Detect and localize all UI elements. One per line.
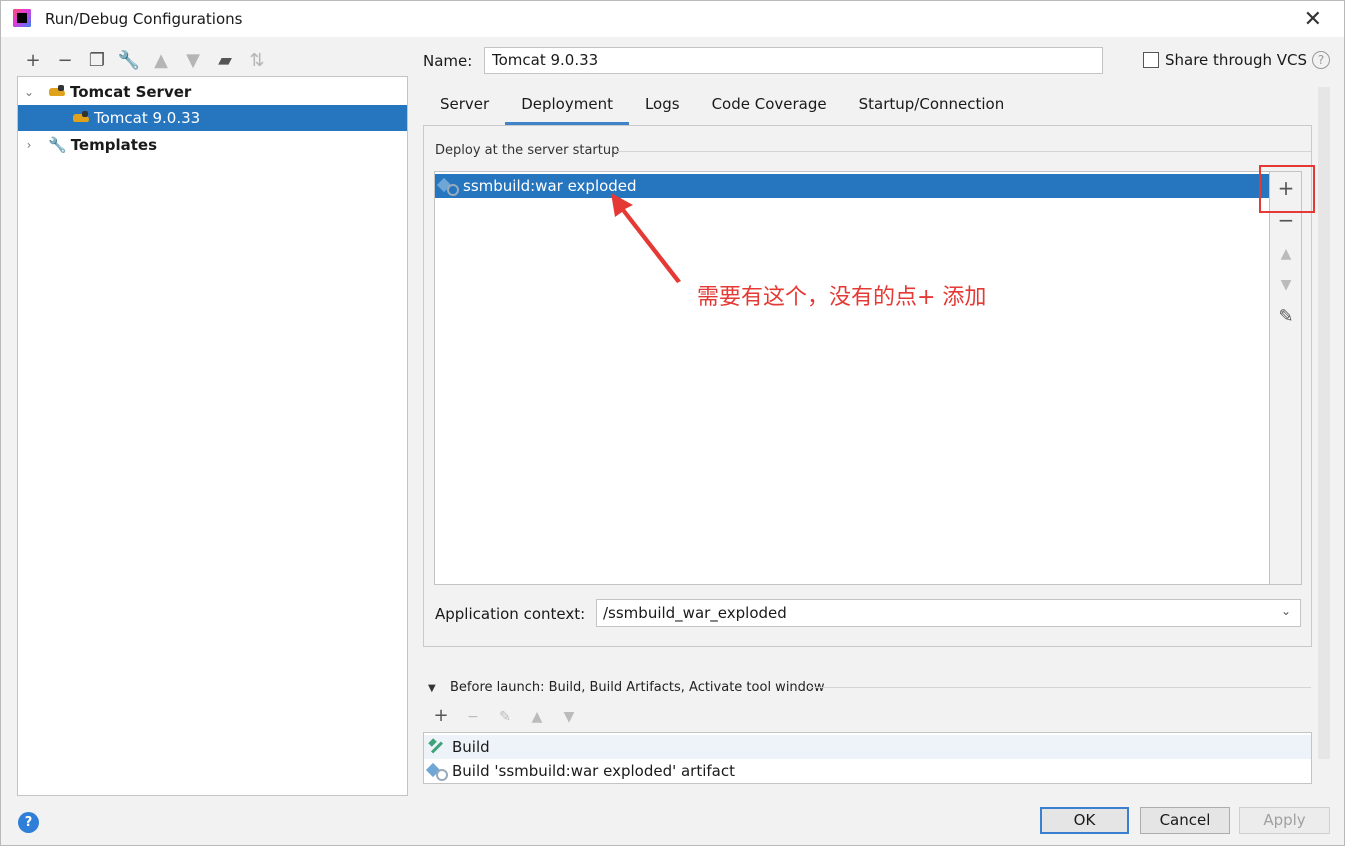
tree-item-tomcat-9[interactable]: Tomcat 9.0.33	[18, 105, 407, 131]
help-icon[interactable]: ?	[1312, 51, 1330, 69]
folder-add-icon[interactable]: ▰	[209, 47, 241, 73]
list-item-label: Build	[452, 738, 490, 756]
artifact-icon	[428, 763, 448, 781]
tree-item-tomcat-server[interactable]: ⌄ Tomcat Server	[18, 79, 407, 105]
hammer-icon	[428, 739, 446, 755]
move-up-icon[interactable]: ▲	[1270, 246, 1302, 274]
move-up-icon[interactable]: ▲	[521, 705, 553, 729]
config-tree: ⌄ Tomcat Server Tomcat 9.0.33 › 🔧 Templa…	[17, 76, 408, 796]
annotation-text: 需要有这个，没有的点+ 添加	[697, 285, 987, 310]
chevron-down-icon[interactable]: ⌄	[1281, 604, 1291, 618]
annotation-arrow	[611, 193, 681, 283]
sort-icon[interactable]: ⇅	[241, 47, 273, 73]
tree-item-label: Templates	[70, 136, 158, 154]
name-input[interactable]: Tomcat 9.0.33	[484, 47, 1103, 74]
share-vcs-checkbox[interactable]: Share through VCS	[1143, 51, 1307, 69]
tab-bar: Server Deployment Logs Code Coverage Sta…	[424, 89, 1020, 125]
move-down-icon[interactable]: ▼	[553, 705, 585, 729]
pencil-icon[interactable]: ✎	[1270, 306, 1302, 334]
list-item[interactable]: Build	[424, 735, 1311, 759]
list-item[interactable]: Build 'ssmbuild:war exploded' artifact	[424, 759, 1311, 783]
deploy-list: ssmbuild:war exploded	[434, 171, 1270, 585]
run-debug-dialog: Run/Debug Configurations ✕ + − ❐ 🔧 ▲ ▼ ▰…	[0, 0, 1345, 846]
title-bar: Run/Debug Configurations ✕	[1, 1, 1344, 37]
wrench-icon: 🔧	[48, 136, 67, 154]
tab-deployment[interactable]: Deployment	[505, 89, 629, 125]
help-button[interactable]: ?	[18, 812, 39, 833]
tab-code-coverage[interactable]: Code Coverage	[696, 89, 843, 125]
tree-item-label: Tomcat 9.0.33	[94, 109, 201, 127]
add-icon[interactable]: +	[425, 705, 457, 729]
list-item-label: Build 'ssmbuild:war exploded' artifact	[452, 762, 736, 780]
tree-item-templates[interactable]: › 🔧 Templates	[18, 132, 407, 158]
context-label: Application context:	[435, 605, 586, 623]
artifact-icon	[439, 178, 459, 196]
name-label: Name:	[423, 52, 473, 70]
deploy-section-label: Deploy at the server startup	[435, 143, 620, 158]
tab-logs[interactable]: Logs	[629, 89, 696, 125]
collapse-triangle-icon[interactable]: ▼	[428, 683, 436, 694]
before-launch-list: Build Build 'ssmbuild:war exploded' arti…	[423, 732, 1312, 784]
add-icon[interactable]: +	[17, 47, 49, 73]
tomcat-icon	[72, 111, 90, 125]
deploy-side-toolbar: + − ▲ ▼ ✎	[1270, 171, 1302, 585]
tab-startup-connection[interactable]: Startup/Connection	[843, 89, 1021, 125]
move-down-icon[interactable]: ▼	[1270, 277, 1302, 305]
before-launch-toolbar: + − ✎ ▲ ▼	[425, 705, 585, 729]
window-title: Run/Debug Configurations	[45, 10, 243, 28]
remove-icon[interactable]: −	[457, 705, 489, 729]
remove-icon[interactable]: −	[49, 47, 81, 73]
cancel-button[interactable]: Cancel	[1140, 807, 1230, 834]
apply-button[interactable]: Apply	[1239, 807, 1330, 834]
highlight-box	[1259, 165, 1315, 213]
copy-icon[interactable]: ❐	[81, 47, 113, 73]
move-up-icon[interactable]: ▲	[145, 47, 177, 73]
pencil-icon[interactable]: ✎	[489, 705, 521, 729]
tab-server[interactable]: Server	[424, 89, 505, 125]
divider	[616, 151, 1311, 152]
checkbox-box[interactable]	[1143, 52, 1159, 68]
move-down-icon[interactable]: ▼	[177, 47, 209, 73]
share-vcs-label: Share through VCS	[1165, 51, 1308, 69]
ok-button[interactable]: OK	[1040, 807, 1129, 834]
close-icon[interactable]: ✕	[1304, 7, 1322, 32]
before-launch-label: Before launch: Build, Build Artifacts, A…	[450, 680, 825, 695]
scrollbar[interactable]	[1318, 87, 1330, 759]
wrench-icon[interactable]: 🔧	[113, 47, 145, 73]
tree-item-label: Tomcat Server	[70, 83, 192, 101]
chevron-right-icon[interactable]: ›	[22, 138, 36, 152]
config-toolbar: + − ❐ 🔧 ▲ ▼ ▰ ⇅	[17, 47, 273, 73]
context-combobox[interactable]: /ssmbuild_war_exploded	[596, 599, 1301, 627]
tomcat-icon	[48, 85, 66, 99]
deploy-item[interactable]: ssmbuild:war exploded	[435, 174, 1269, 198]
divider	[809, 687, 1311, 688]
chevron-down-icon[interactable]: ⌄	[22, 85, 36, 99]
intellij-app-icon	[13, 9, 31, 27]
